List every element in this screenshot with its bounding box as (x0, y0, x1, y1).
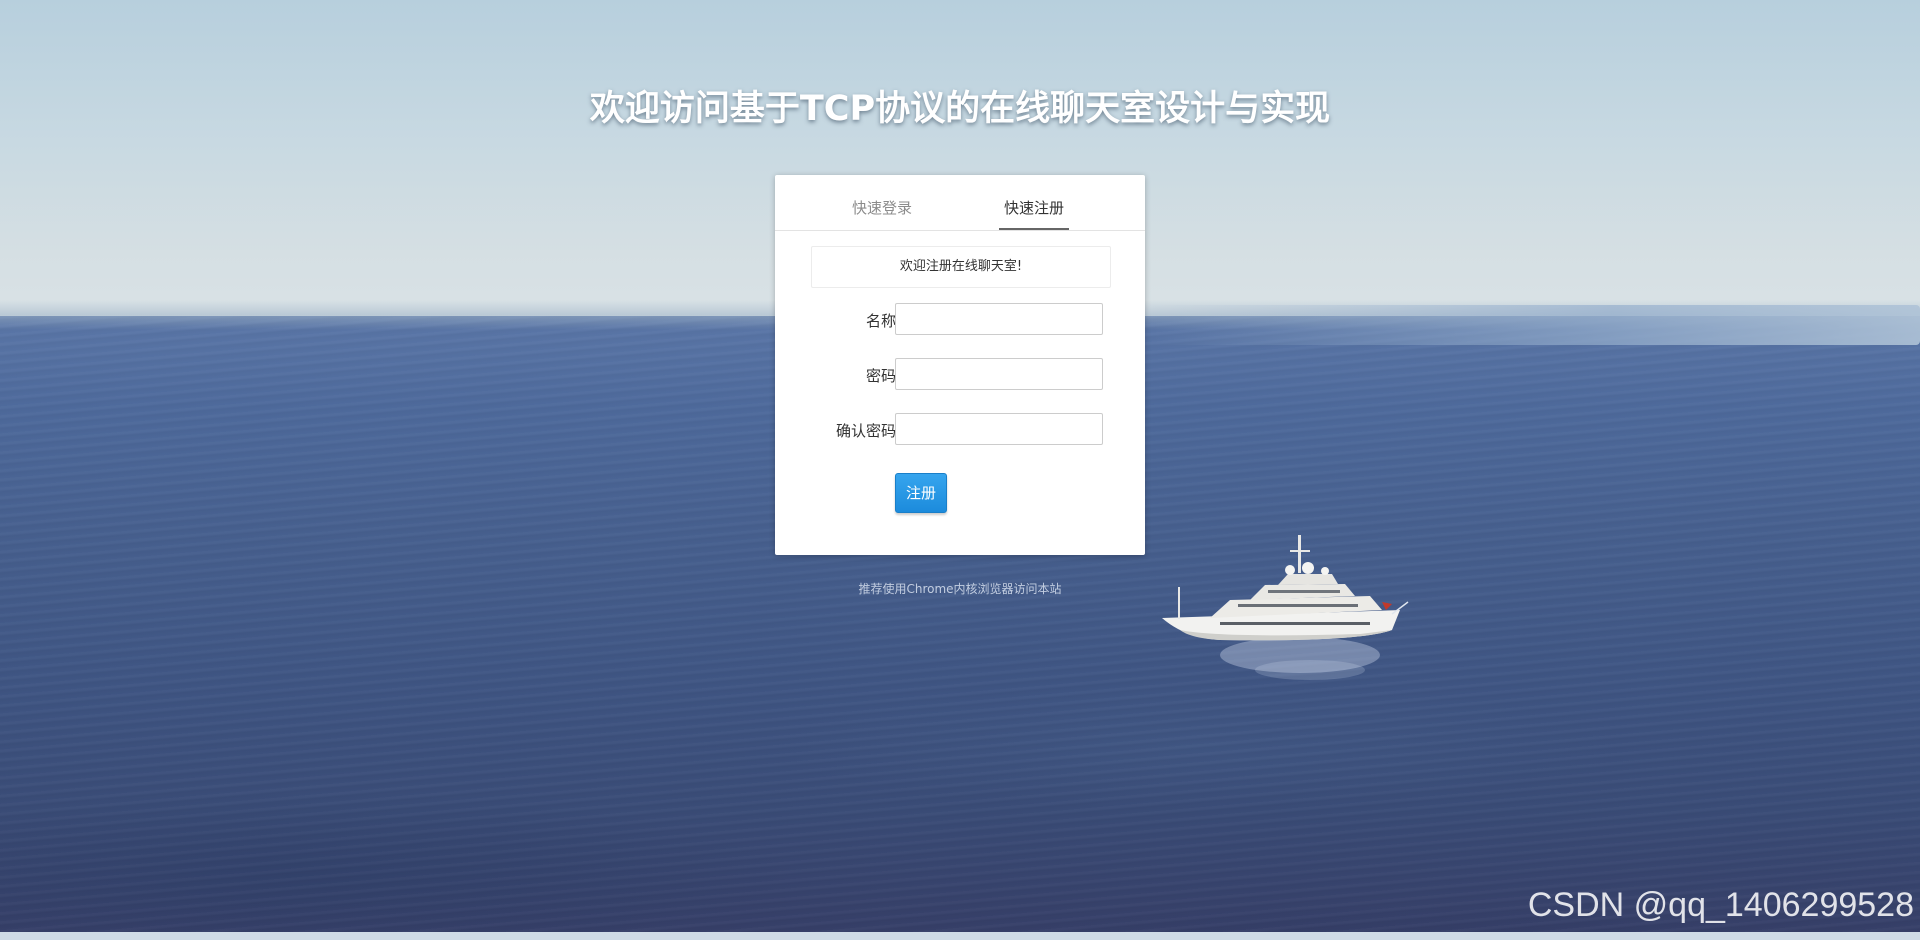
confirm-password-input[interactable] (895, 413, 1103, 445)
form-row-name: 名称: (775, 303, 1145, 339)
password-label: 密码: (865, 367, 901, 385)
form-row-confirm-password: 确认密码: (775, 413, 1145, 449)
register-button[interactable]: 注册 (895, 473, 947, 513)
tab-login[interactable]: 快速登录 (845, 197, 919, 229)
browser-hint: 推荐使用Chrome内核浏览器访问本站 (858, 582, 1062, 596)
form-row-password: 密码: (775, 358, 1145, 394)
watermark: CSDN @qq_1406299528 (1527, 886, 1914, 924)
auth-panel: 快速登录 快速注册 欢迎注册在线聊天室! 名称: 密码: 确认密码: 注册 (775, 175, 1145, 555)
bottom-strip (0, 932, 1920, 940)
tab-register[interactable]: 快速注册 (999, 197, 1069, 230)
far-water-highlight (1150, 305, 1920, 345)
register-notice: 欢迎注册在线聊天室! (811, 246, 1111, 288)
confirm-password-label: 确认密码: (835, 422, 901, 440)
password-input[interactable] (895, 358, 1103, 390)
auth-tabs: 快速登录 快速注册 (775, 175, 1145, 231)
page-title: 欢迎访问基于TCP协议的在线聊天室设计与实现 (589, 89, 1331, 129)
name-label: 名称: (865, 312, 901, 330)
name-input[interactable] (895, 303, 1103, 335)
yacht-image (1162, 535, 1409, 680)
